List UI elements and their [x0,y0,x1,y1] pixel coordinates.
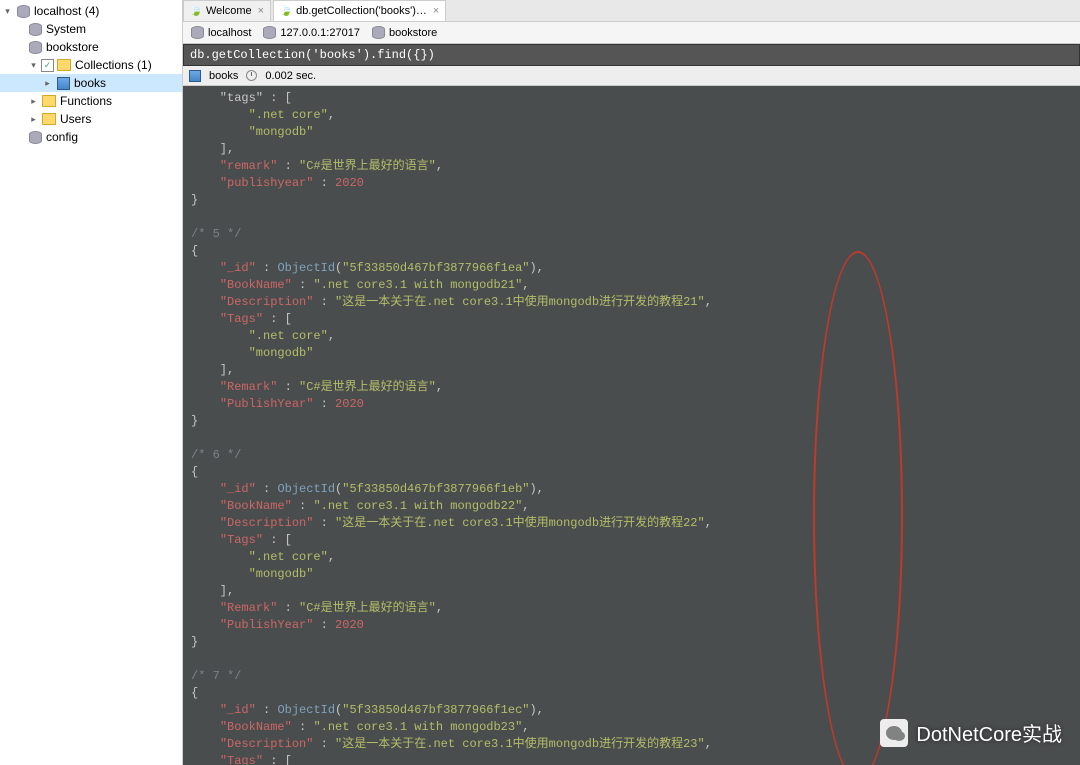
coll-icon [55,75,71,91]
results-pane[interactable]: "tags" : [ ".net core", "mongodb" ], "re… [183,86,1080,765]
tree-item-config[interactable]: config [0,128,182,146]
breadcrumb-database[interactable]: bookstore [368,26,441,40]
breadcrumb-address-label: 127.0.0.1:27017 [280,27,360,39]
tree-item-collections-1-[interactable]: ▾✓ Collections (1) [0,56,182,74]
tab-label: Welcome [206,5,252,17]
tab-welcome[interactable]: Welcome × [183,0,271,21]
editor-tabs: Welcome × db.getCollection('books')… × [183,0,1080,22]
expand-icon[interactable]: ▸ [28,96,39,107]
expand-icon[interactable]: ▸ [42,78,53,89]
db-icon [27,39,43,55]
breadcrumb: localhost 127.0.0.1:27017 bookstore [183,22,1080,44]
breadcrumb-host-label: localhost [208,27,251,39]
result-json[interactable]: "tags" : [ ".net core", "mongodb" ], "re… [183,86,1080,765]
expand-icon[interactable] [14,42,25,53]
tree-item-label: System [46,22,86,36]
watermark: DotNetCore实战 [880,718,1062,747]
query-input[interactable]: db.getCollection('books').find({}) [183,44,1080,66]
result-header: books 0.002 sec. [183,66,1080,86]
watermark-text: DotNetCore实战 [916,718,1062,747]
folder-icon [56,57,72,73]
expand-icon[interactable]: ▸ [28,114,39,125]
wechat-icon [880,719,908,747]
folder-icon [41,93,57,109]
db-icon [27,129,43,145]
tree-item-label: books [74,76,106,90]
db-icon [27,21,43,37]
result-time: 0.002 sec. [265,70,316,82]
tree-item-label: bookstore [46,40,99,54]
tree-root[interactable]: ▾ localhost (4) [0,2,182,20]
breadcrumb-db-label: bookstore [389,27,437,39]
tree-item-system[interactable]: System [0,20,182,38]
query-text: db.getCollection('books').find({}) [190,48,435,62]
result-collection: books [209,70,238,82]
leaf-icon [190,5,202,17]
tree-item-label: Functions [60,94,112,108]
tree-item-label: Users [60,112,91,126]
leaf-icon [280,5,292,17]
tree-item-functions[interactable]: ▸ Functions [0,92,182,110]
tree-item-users[interactable]: ▸ Users [0,110,182,128]
tree-item-bookstore[interactable]: bookstore [0,38,182,56]
tree-root-label: localhost (4) [34,4,99,18]
grid-icon [189,70,201,82]
clock-icon [246,70,257,81]
breadcrumb-host[interactable]: localhost [187,26,255,40]
close-icon[interactable]: × [258,5,264,17]
main-panel: Welcome × db.getCollection('books')… × loca… [183,0,1080,765]
breadcrumb-address[interactable]: 127.0.0.1:27017 [259,26,364,40]
expand-icon[interactable] [14,24,25,35]
folder-icon [41,111,57,127]
tab-label: db.getCollection('books')… [296,5,427,17]
close-icon[interactable]: × [433,5,439,17]
connection-tree[interactable]: ▾localhost (4)Systembookstore▾✓Collectio… [0,0,183,765]
checkbox-icon[interactable]: ✓ [41,59,54,72]
database-icon [372,26,386,40]
tree-item-label: config [46,130,78,144]
server-icon [263,26,277,40]
tree-item-books[interactable]: ▸ books [0,74,182,92]
expand-icon[interactable]: ▾ [28,60,39,71]
tab-db-getcollection-books-[interactable]: db.getCollection('books')… × [273,0,446,21]
expand-icon[interactable] [14,132,25,143]
expand-icon[interactable]: ▾ [2,6,13,17]
tree-item-label: Collections (1) [75,58,152,72]
host-icon [191,26,205,40]
host-icon [15,3,31,19]
